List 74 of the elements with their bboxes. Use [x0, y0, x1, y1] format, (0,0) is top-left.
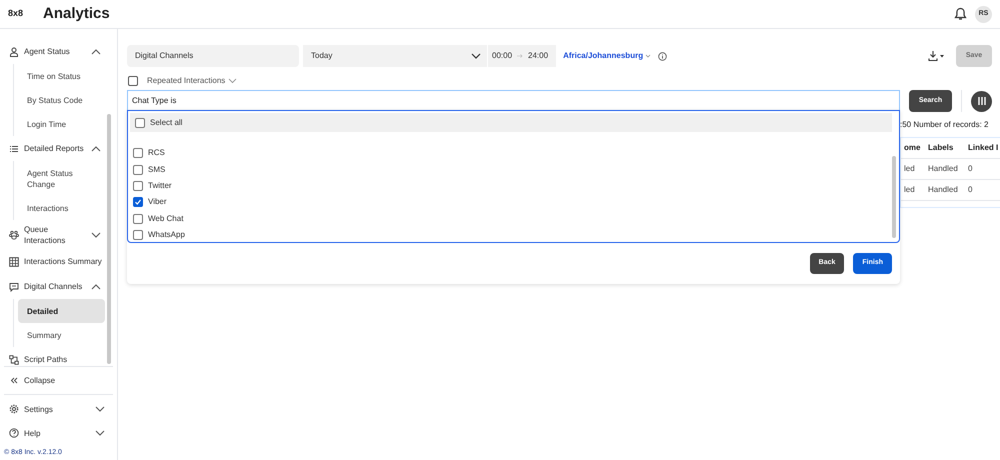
- checkbox[interactable]: [128, 76, 138, 86]
- chevron-down-icon[interactable]: [95, 430, 105, 436]
- checkbox[interactable]: [133, 164, 143, 175]
- checkbox-option[interactable]: Viber: [128, 194, 328, 211]
- info-icon[interactable]: [658, 52, 668, 60]
- nav-item[interactable]: Queue Interactions: [0, 220, 105, 249]
- download-icon[interactable]: [928, 50, 946, 62]
- notification-bell-icon[interactable]: [954, 7, 967, 21]
- nav-item[interactable]: Help: [0, 421, 117, 445]
- checkbox-option[interactable]: SMS: [128, 161, 328, 178]
- report-field[interactable]: Digital Channels: [127, 45, 299, 67]
- table-cell-text: led: [903, 184, 916, 196]
- nav-item[interactable]: Script Paths: [0, 347, 105, 372]
- checkbox[interactable]: [133, 180, 143, 191]
- filter-label[interactable]: Repeated Interactions: [147, 75, 226, 87]
- column-header[interactable]: Labels: [925, 142, 965, 154]
- table-cell-text: led: [903, 163, 916, 175]
- nav-item[interactable]: Interactions Summary: [0, 249, 105, 274]
- nav-subitem[interactable]: Login Time: [18, 112, 105, 136]
- collapse-button[interactable]: Collapse: [0, 374, 56, 386]
- nav-item[interactable]: Digital Channels: [0, 274, 105, 299]
- chevron-down-icon: [471, 53, 481, 59]
- nav-item[interactable]: Detailed Reports: [0, 136, 105, 161]
- columns-icon: [978, 97, 986, 105]
- list-icon: [9, 144, 19, 154]
- table-icon: [9, 256, 19, 266]
- nav-item[interactable]: Settings: [0, 397, 117, 421]
- chevron-down-icon: [645, 54, 652, 58]
- app-title: Analytics: [43, 4, 110, 24]
- nav-subitem[interactable]: Time on Status: [18, 64, 105, 88]
- checkbox-option[interactable]: Twitter: [128, 178, 328, 194]
- help-icon: [9, 428, 19, 438]
- chevron-up-icon[interactable]: [91, 284, 101, 290]
- timezone-link[interactable]: Africa/Johannesburg: [563, 50, 652, 62]
- sidebar-scrollbar[interactable]: [107, 114, 111, 364]
- chevron-up-icon[interactable]: [91, 48, 101, 54]
- list-scrollbar[interactable]: [892, 156, 896, 238]
- nav-subitem[interactable]: Agent Status Change: [18, 161, 105, 196]
- table-cell-text: Handled: [927, 163, 959, 175]
- checkbox[interactable]: [135, 118, 145, 128]
- columns-button[interactable]: [971, 90, 992, 112]
- checkbox-option[interactable]: RCS: [128, 145, 328, 162]
- checkbox[interactable]: [133, 214, 143, 224]
- nav-subitem[interactable]: Summary: [18, 323, 105, 347]
- double-chevron-left-icon: [10, 377, 18, 384]
- person-icon: [9, 46, 19, 56]
- column-header[interactable]: Linked I: [965, 142, 1000, 154]
- records-count: :50 Number of records: 2: [900, 119, 990, 129]
- chevron-down-icon[interactable]: [91, 232, 101, 238]
- settings-icon: [9, 404, 19, 414]
- logo: 8x8: [8, 7, 24, 20]
- nav-item[interactable]: Agent Status: [0, 39, 105, 64]
- nav-subitem[interactable]: Interactions: [18, 196, 105, 220]
- table-cell-text: 0: [967, 163, 974, 175]
- checkbox[interactable]: [133, 148, 143, 158]
- checkbox-option[interactable]: WhatsApp: [128, 226, 328, 242]
- chevron-down-icon[interactable]: [95, 406, 105, 412]
- select-all-option[interactable]: Select all: [130, 113, 892, 132]
- checkbox-option[interactable]: Web Chat: [128, 210, 328, 227]
- paw-prints-icon: [9, 230, 19, 240]
- checkbox[interactable]: [133, 230, 143, 240]
- chevron-up-icon[interactable]: [91, 146, 101, 152]
- chat-bubble-icon: [9, 282, 19, 292]
- flow-icon: [9, 354, 19, 364]
- column-header[interactable]: ome: [901, 142, 925, 154]
- nav-subitem[interactable]: By Status Code: [18, 88, 105, 112]
- time-to[interactable]: 24:00: [528, 50, 548, 62]
- table-cell-text: Handled: [927, 184, 959, 196]
- period-dropdown[interactable]: Today: [303, 45, 487, 67]
- time-from[interactable]: 00:00: [492, 50, 512, 62]
- chevron-down-icon[interactable]: [228, 78, 238, 84]
- checkbox[interactable]: [133, 197, 143, 208]
- nav-subitem[interactable]: Detailed: [18, 299, 105, 323]
- table-cell-text: 0: [967, 184, 974, 196]
